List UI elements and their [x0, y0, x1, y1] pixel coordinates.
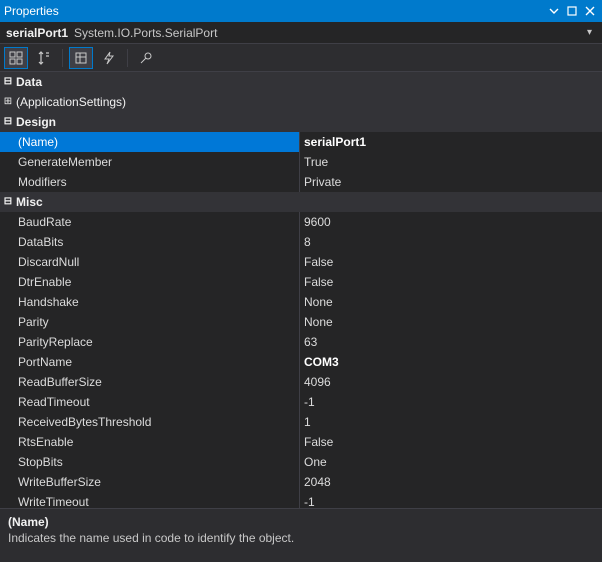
expand-icon[interactable]: ⊞: [0, 92, 16, 112]
property-row[interactable]: WriteTimeout -1: [0, 492, 602, 508]
property-name: StopBits: [0, 452, 63, 472]
property-row[interactable]: WriteBufferSize 2048: [0, 472, 602, 492]
description-name: (Name): [8, 515, 594, 529]
collapse-icon[interactable]: ⊟: [0, 112, 16, 132]
property-value[interactable]: 4096: [300, 372, 602, 392]
window-options-icon[interactable]: [546, 3, 562, 19]
property-value[interactable]: One: [300, 452, 602, 472]
property-row[interactable]: PortName COM3: [0, 352, 602, 372]
toolbar-separator: [62, 49, 63, 67]
properties-button[interactable]: [69, 47, 93, 69]
property-name: DataBits: [0, 232, 63, 252]
collapse-icon[interactable]: ⊟: [0, 72, 16, 92]
toolbar: [0, 44, 602, 72]
property-row[interactable]: BaudRate 9600: [0, 212, 602, 232]
property-name: PortName: [0, 352, 72, 372]
property-row[interactable]: DtrEnable False: [0, 272, 602, 292]
property-value[interactable]: True: [300, 152, 602, 172]
category-label: Misc: [16, 192, 43, 212]
property-name: Handshake: [0, 292, 79, 312]
category-label: Data: [16, 72, 42, 92]
category-row[interactable]: ⊞(ApplicationSettings): [0, 92, 602, 112]
property-row[interactable]: DiscardNull False: [0, 252, 602, 272]
collapse-icon[interactable]: ⊟: [0, 192, 16, 212]
property-value[interactable]: serialPort1: [300, 132, 602, 152]
property-row[interactable]: ReadBufferSize 4096: [0, 372, 602, 392]
property-name: DiscardNull: [0, 252, 79, 272]
property-row[interactable]: RtsEnable False: [0, 432, 602, 452]
property-row[interactable]: ReadTimeout -1: [0, 392, 602, 412]
object-selector[interactable]: serialPort1 System.IO.Ports.SerialPort ▾: [0, 22, 602, 44]
property-value[interactable]: -1: [300, 492, 602, 508]
property-value[interactable]: None: [300, 292, 602, 312]
property-value[interactable]: 8: [300, 232, 602, 252]
categorized-button[interactable]: [4, 47, 28, 69]
object-type: System.IO.Ports.SerialPort: [74, 26, 217, 40]
property-name: RtsEnable: [0, 432, 73, 452]
close-icon[interactable]: [582, 3, 598, 19]
property-name: (Name): [0, 132, 58, 152]
property-name: ReadBufferSize: [0, 372, 102, 392]
events-button[interactable]: [97, 47, 121, 69]
property-name: WriteTimeout: [0, 492, 89, 508]
property-name: WriteBufferSize: [0, 472, 101, 492]
titlebar: Properties: [0, 0, 602, 22]
alphabetical-button[interactable]: [32, 47, 56, 69]
property-value[interactable]: 63: [300, 332, 602, 352]
property-row[interactable]: DataBits 8: [0, 232, 602, 252]
description-pane: (Name) Indicates the name used in code t…: [0, 508, 602, 562]
property-row[interactable]: GenerateMember True: [0, 152, 602, 172]
property-name: Parity: [0, 312, 49, 332]
maximize-icon[interactable]: [564, 3, 580, 19]
category-label: (ApplicationSettings): [16, 92, 126, 112]
property-row[interactable]: StopBits One: [0, 452, 602, 472]
window-title: Properties: [4, 4, 544, 18]
property-name: GenerateMember: [0, 152, 112, 172]
property-row[interactable]: ReceivedBytesThreshold 1: [0, 412, 602, 432]
property-value[interactable]: -1: [300, 392, 602, 412]
property-row[interactable]: Modifiers Private: [0, 172, 602, 192]
property-row[interactable]: Parity None: [0, 312, 602, 332]
category-row[interactable]: ⊟Misc: [0, 192, 602, 212]
property-name: Modifiers: [0, 172, 67, 192]
property-value[interactable]: 1: [300, 412, 602, 432]
property-value[interactable]: False: [300, 432, 602, 452]
property-value[interactable]: 2048: [300, 472, 602, 492]
description-text: Indicates the name used in code to ident…: [8, 531, 594, 545]
category-row[interactable]: ⊟Design: [0, 112, 602, 132]
property-row[interactable]: Handshake None: [0, 292, 602, 312]
property-name: DtrEnable: [0, 272, 71, 292]
property-value[interactable]: 9600: [300, 212, 602, 232]
property-name: BaudRate: [0, 212, 71, 232]
property-value[interactable]: False: [300, 272, 602, 292]
property-pages-button[interactable]: [134, 47, 158, 69]
property-value[interactable]: False: [300, 252, 602, 272]
chevron-down-icon[interactable]: ▾: [583, 25, 596, 40]
property-row[interactable]: ParityReplace 63: [0, 332, 602, 352]
toolbar-separator: [127, 49, 128, 67]
object-name: serialPort1: [6, 26, 68, 40]
property-name: ParityReplace: [0, 332, 93, 352]
property-name: ReadTimeout: [0, 392, 90, 412]
property-value[interactable]: None: [300, 312, 602, 332]
category-row[interactable]: ⊟Data: [0, 72, 602, 92]
property-value[interactable]: Private: [300, 172, 602, 192]
property-row[interactable]: (Name) serialPort1: [0, 132, 602, 152]
property-value[interactable]: COM3: [300, 352, 602, 372]
property-name: ReceivedBytesThreshold: [0, 412, 151, 432]
category-label: Design: [16, 112, 56, 132]
property-grid[interactable]: ⊟Data⊞(ApplicationSettings)⊟Design(Name)…: [0, 72, 602, 508]
